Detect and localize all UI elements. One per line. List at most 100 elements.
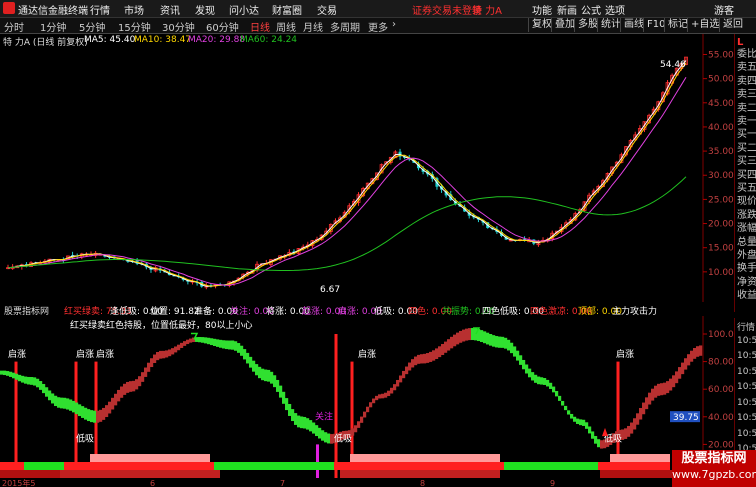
ribbon-segment [498, 336, 502, 348]
ribbon-segment [375, 395, 379, 401]
ribbon-segment [405, 366, 409, 375]
menu-item-wenxiaoda[interactable]: 问小达 [229, 2, 259, 17]
ribbon-segment [531, 372, 535, 381]
tab-multi-period[interactable]: 多周期 [330, 19, 360, 34]
ribbon-segment [87, 409, 91, 422]
ribbon-segment [309, 420, 313, 432]
ribbon-segment [210, 338, 214, 346]
ribbon-segment [624, 428, 628, 439]
back-button[interactable]: 返回 [719, 18, 746, 32]
tab-monthly[interactable]: 月线 [303, 19, 323, 34]
ribbon-segment [99, 409, 103, 422]
ribbon-segment [276, 379, 280, 392]
quote-label: 涨跌 [737, 209, 756, 221]
kline-chart[interactable]: 55.00 50.00 45.00 40.00 35.00 30.00 25.00 20.00… [0, 34, 734, 302]
signal-labels: 启涨 启涨 启涨 启涨 启涨低吸 低吸 低吸关注 [8, 327, 634, 445]
menu-item-zixun[interactable]: 资讯 [160, 2, 180, 17]
ribbon-segment [264, 369, 268, 382]
ribbon-segment [291, 409, 295, 422]
ribbon-segment [558, 395, 562, 401]
ribbon-segment [408, 362, 412, 371]
tab-more[interactable]: 更多 [368, 19, 388, 34]
ribbon-segment [165, 350, 169, 358]
menu-item-gongshi[interactable]: 公式 [581, 2, 601, 17]
ribbon-segment [81, 406, 85, 418]
indicator-chart[interactable]: 启涨启涨启涨启涨启涨低吸低吸低吸关注 100.0080.0060.0040.00… [0, 316, 734, 478]
color-band [0, 454, 700, 478]
ribbon-segment [18, 374, 22, 382]
ribbon-segment [84, 407, 88, 420]
ribbon-segment [228, 340, 232, 350]
tab-15min[interactable]: 15分钟 [118, 19, 151, 34]
ribbon-segment [0, 370, 4, 375]
ribbon-segment [69, 399, 73, 411]
pink-band [610, 454, 670, 462]
ribbon-segment [45, 387, 49, 397]
ribbon-segment [474, 328, 478, 341]
price-tick-label: 15.00 [708, 244, 734, 254]
band-segment [214, 462, 334, 470]
price-tick-label: 40.00 [708, 123, 734, 133]
tab-fenshi[interactable]: 分时 [4, 19, 24, 34]
qizhang-label: 启涨 [96, 348, 114, 360]
ribbon-segment [297, 415, 301, 428]
ribbon-segment [471, 328, 475, 341]
indicator-tick-label: 80.00 [708, 358, 734, 368]
menu-item-faxian[interactable]: 发现 [195, 2, 215, 17]
ribbon-segment [423, 353, 427, 364]
price-tick-label: 30.00 [708, 171, 734, 181]
ribbon-segment [204, 337, 208, 344]
ribbon-segment [39, 381, 43, 390]
time-label: 行情 [737, 323, 756, 333]
menu-item-jiaoyi[interactable]: 交易 [317, 2, 337, 17]
ribbon-segment [432, 350, 436, 361]
ribbon-segment [426, 353, 430, 363]
band-segment [504, 462, 598, 470]
ribbon-segment [96, 410, 100, 423]
menu-bar: 通达信金融终端 行情 市场 资讯 发现 问小达 财富圈 交易 证券交易未登录 特… [0, 0, 756, 18]
ribbon-segment [654, 385, 658, 398]
menu-item-youke[interactable]: 游客 [714, 2, 734, 17]
tab-weekly[interactable]: 周线 [276, 19, 296, 34]
ribbon-segment [666, 381, 670, 394]
ribbon-segment [144, 367, 148, 377]
tab-1min[interactable]: 1分钟 [40, 19, 66, 34]
menu-item-gongneng[interactable]: 功能 [532, 2, 552, 17]
tab-30min[interactable]: 30分钟 [162, 19, 195, 34]
ma20-line [7, 77, 687, 286]
add-favorite-button[interactable]: +自选 [687, 18, 722, 32]
menu-item-hangqing[interactable]: 行情 [90, 2, 110, 17]
date-label: 6 [150, 479, 155, 487]
ribbon-segment [366, 406, 370, 413]
menu-item-shichang[interactable]: 市场 [124, 2, 144, 17]
ribbon-segment [630, 422, 634, 434]
ribbon-segment [573, 416, 577, 422]
menu-item-caifuquan[interactable]: 财富圈 [272, 2, 302, 17]
ribbon-segment [681, 362, 685, 375]
ma10-line [7, 62, 687, 287]
ribbon-segment [126, 381, 130, 393]
ribbon-segment [663, 382, 667, 395]
ribbon-segment [579, 419, 583, 426]
ribbon-segment [399, 375, 403, 383]
indicator-tick-label: 40.00 [708, 413, 734, 423]
watermark-line2: www.7gpzb.com [672, 468, 756, 481]
tab-daily[interactable]: 日线 [250, 19, 270, 34]
menu-item-xuanxiang[interactable]: 选项 [605, 2, 625, 17]
quote-label: 总量 [737, 236, 756, 248]
ribbon-segment [600, 440, 604, 449]
watermark-logo: 股票指标网 www.7gpzb.com [672, 450, 756, 487]
ribbon-segment [576, 418, 580, 425]
ribbon-segment [174, 346, 178, 353]
ribbon-segment [135, 379, 139, 390]
tab-5min[interactable]: 5分钟 [79, 19, 105, 34]
date-label: 8 [420, 479, 425, 487]
ribbon-segment [684, 358, 688, 370]
ribbon-segment [456, 332, 460, 345]
more-arrow-icon[interactable]: › [392, 19, 396, 30]
tab-60min[interactable]: 60分钟 [206, 19, 239, 34]
ribbon-segment [270, 371, 274, 384]
menu-item-xinhua[interactable]: 新画 [557, 2, 577, 17]
ribbon-segment [51, 393, 55, 404]
ribbon-segment [516, 350, 520, 361]
